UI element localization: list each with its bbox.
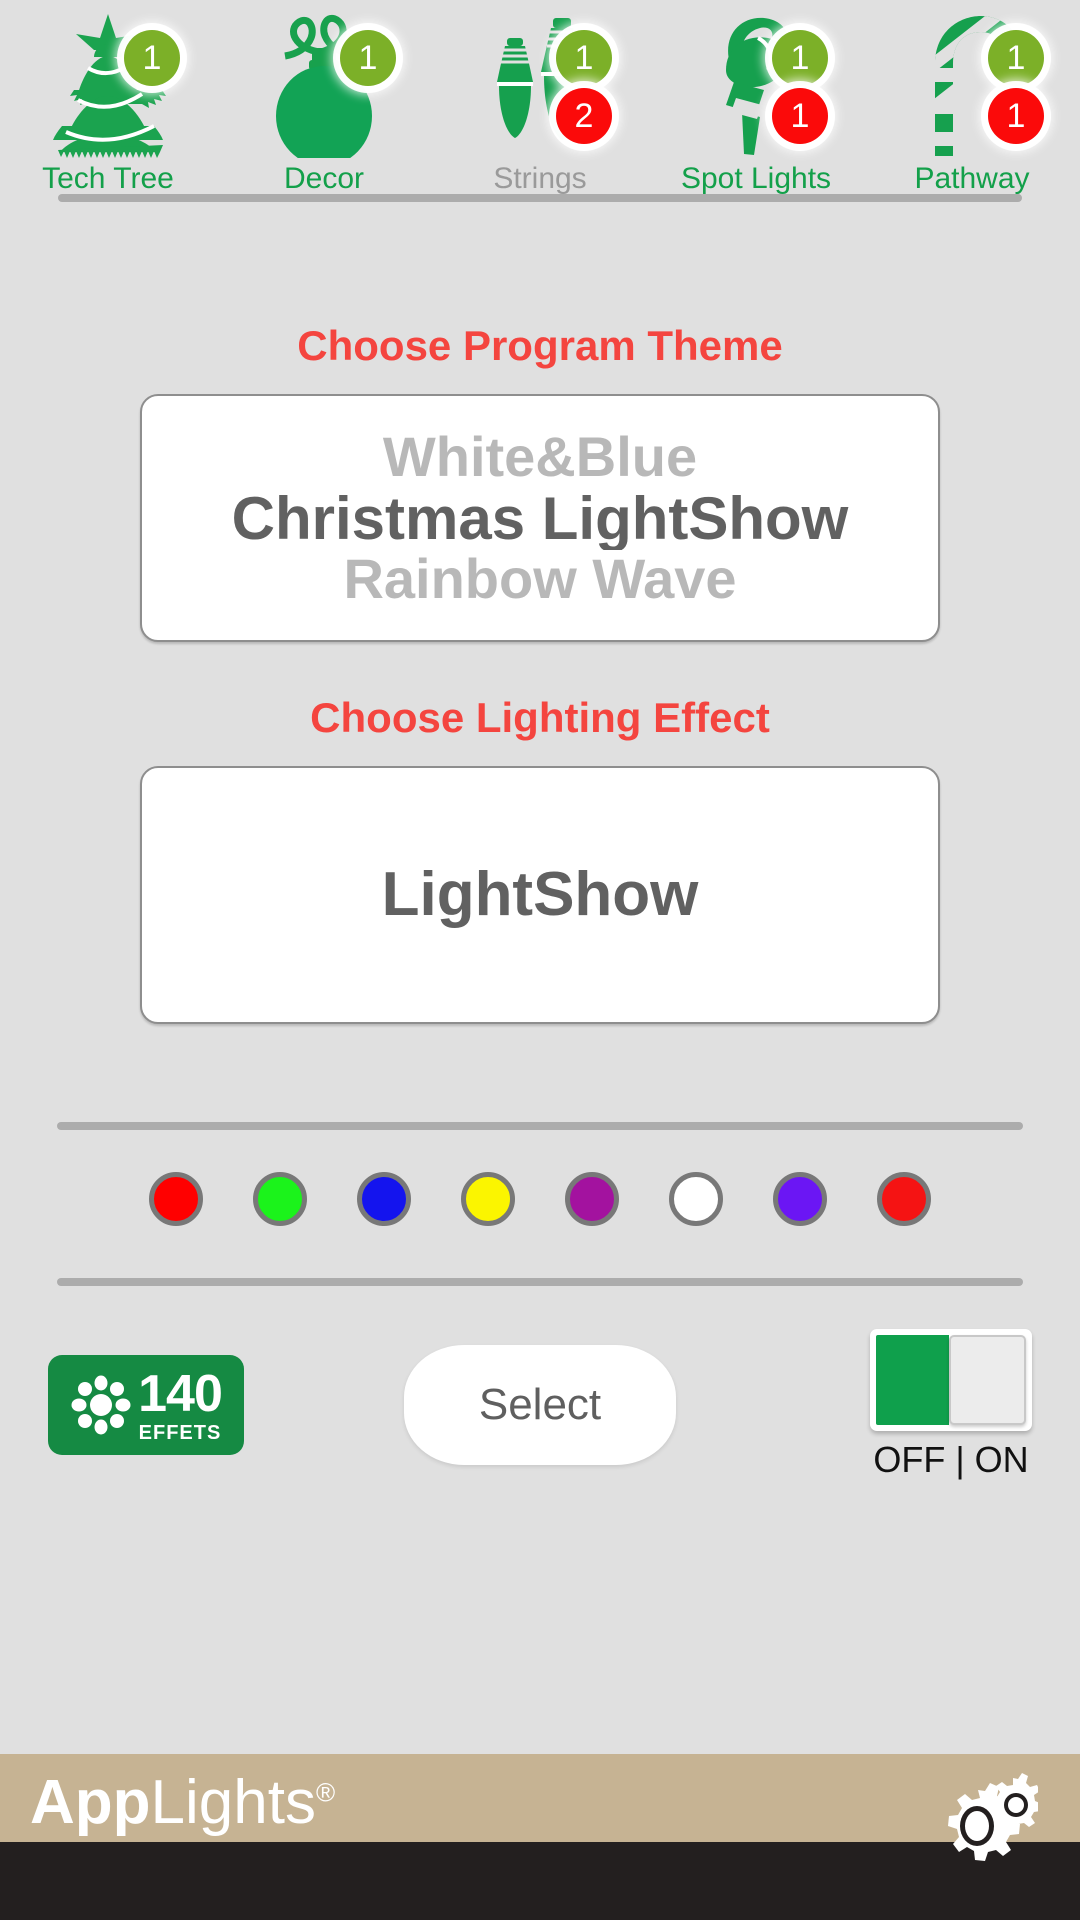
select-button[interactable]: Select	[404, 1345, 676, 1465]
theme-option-selected[interactable]: Christmas LightShow	[142, 487, 938, 550]
footer: AppLights®	[0, 1754, 1080, 1920]
applights-logo: AppLights®	[30, 1772, 335, 1834]
color-swatch-red[interactable]	[149, 1172, 203, 1226]
main-content: Choose Program Theme White&Blue Christma…	[0, 212, 1080, 1920]
effect-option-selected[interactable]: LightShow	[142, 862, 938, 927]
device-label: Pathway	[914, 162, 1030, 195]
sunburst-icon	[71, 1375, 131, 1435]
device-badge-green: 1	[772, 30, 828, 86]
brand-lights: Lights	[150, 1768, 316, 1837]
color-swatch-red2[interactable]	[877, 1172, 931, 1226]
lighting-effect-picker[interactable]: LightShow	[140, 766, 940, 1024]
color-swatch-row	[57, 1172, 1023, 1226]
color-swatch-violet[interactable]	[773, 1172, 827, 1226]
brand-app: App	[30, 1768, 151, 1837]
power-toggle-switch[interactable]	[870, 1329, 1032, 1431]
theme-option-previous[interactable]: White&Blue	[142, 428, 938, 487]
light-bulbs-icon: 1 2	[450, 8, 630, 160]
toggle-knob[interactable]	[949, 1335, 1026, 1425]
device-item-decor[interactable]: 1 Decor	[226, 8, 422, 208]
effects-count-value: 140	[138, 1364, 223, 1423]
device-item-pathway[interactable]: 1 1 Pathway	[874, 8, 1070, 208]
device-label: Tech Tree	[42, 162, 174, 195]
device-badge-green: 1	[988, 30, 1044, 86]
toggle-track-on	[876, 1335, 949, 1425]
device-badge-red: 1	[988, 88, 1044, 144]
color-swatch-white[interactable]	[669, 1172, 723, 1226]
device-badge-red: 1	[772, 88, 828, 144]
device-label: Strings	[493, 162, 587, 195]
device-badge-green: 1	[340, 30, 396, 86]
christmas-tree-icon: 1	[18, 8, 198, 160]
lighting-effect-title: Choose Lighting Effect	[310, 694, 770, 741]
color-swatch-yellow[interactable]	[461, 1172, 515, 1226]
effects-count-label: EFFETS	[138, 1421, 222, 1444]
program-theme-picker[interactable]: White&Blue Christmas LightShow Rainbow W…	[140, 394, 940, 642]
device-badge-green: 1	[556, 30, 612, 86]
color-swatch-magenta[interactable]	[565, 1172, 619, 1226]
program-theme-title: Choose Program Theme	[297, 322, 783, 369]
device-item-spot-lights[interactable]: 1 1 Spot Lights	[658, 8, 854, 208]
power-toggle-label: OFF | ON	[873, 1439, 1029, 1480]
gears-icon[interactable]	[918, 1764, 1038, 1884]
device-item-strings[interactable]: 1 2 Strings	[442, 8, 638, 208]
device-label: Decor	[283, 162, 365, 195]
applights-screen: 1 Tech Tree 1 Decor 1 2 Strings 1 1 Spot…	[0, 0, 1080, 1920]
strip-divider	[58, 194, 1022, 202]
device-label: Spot Lights	[680, 162, 832, 195]
divider-above-swatches	[57, 1122, 1023, 1130]
divider-below-swatches	[57, 1278, 1023, 1286]
color-swatch-blue[interactable]	[357, 1172, 411, 1226]
device-badge-green: 1	[124, 30, 180, 86]
spotlight-stake-icon: 1 1	[666, 8, 846, 160]
effects-count-badge: 140 EFFETS	[48, 1355, 244, 1455]
ornament-ball-icon: 1	[234, 8, 414, 160]
power-toggle-wrap[interactable]: OFF | ON	[870, 1329, 1032, 1481]
color-swatch-green[interactable]	[253, 1172, 307, 1226]
bottom-controls: 140 EFFETS Select OFF | ON	[0, 1320, 1080, 1490]
candy-cane-icon: 1 1	[882, 8, 1062, 160]
device-strip: 1 Tech Tree 1 Decor 1 2 Strings 1 1 Spot…	[0, 0, 1080, 212]
device-badge-red: 2	[556, 88, 612, 144]
brand-registered-mark: ®	[315, 1777, 336, 1808]
device-item-tech-tree[interactable]: 1 Tech Tree	[10, 8, 206, 208]
theme-option-next[interactable]: Rainbow Wave	[142, 550, 938, 609]
